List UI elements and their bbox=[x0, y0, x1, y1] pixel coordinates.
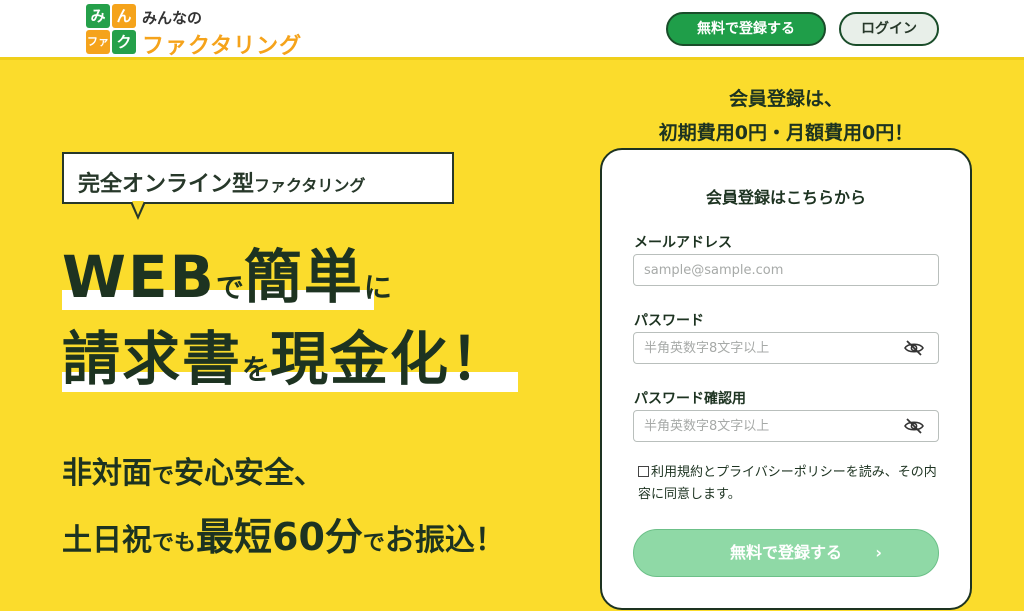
registration-form: 会員登録はこちらから メールアドレス パスワード パスワード確認用 利用規約とプ… bbox=[600, 148, 972, 610]
subheadline-1: 非対面で安心安全、 bbox=[62, 448, 324, 492]
subheadline-2: 土日祝でも最短60分でお振込！ bbox=[62, 506, 505, 561]
login-button[interactable]: ログイン bbox=[839, 12, 939, 46]
terms-text: 利用規約とプライバシーポリシーを読み、その内容に同意します。 bbox=[638, 465, 937, 502]
badge-tail-inner bbox=[132, 201, 144, 215]
cta-line-1: 会員登録は、 bbox=[728, 88, 843, 110]
site-header: み ん ファ ク みんなの ファクタリング 無料で登録する ログイン bbox=[0, 0, 1024, 60]
sub-emphasis: 最短60分 bbox=[196, 515, 363, 559]
badge-main: 完全オンライン型 bbox=[78, 172, 255, 197]
sub-text: 非対面 bbox=[62, 456, 152, 491]
logo-tile: み bbox=[86, 4, 110, 28]
register-button[interactable]: 無料で登録する bbox=[666, 12, 826, 46]
sub-particle: で bbox=[152, 464, 175, 489]
logo-tile: ん bbox=[112, 4, 136, 28]
email-input[interactable] bbox=[633, 254, 939, 286]
sub-text: お振込！ bbox=[384, 523, 505, 558]
cta-line-2: 初期費用0円・月額費用0円！ bbox=[658, 122, 914, 144]
logo-text-small: みんなの bbox=[142, 9, 203, 27]
badge-text: 完全オンライン型ファクタリング bbox=[78, 166, 365, 198]
sub-text: 安心安全、 bbox=[174, 456, 325, 491]
submit-register-button[interactable]: 無料で登録する › bbox=[633, 529, 939, 577]
hero-badge: 完全オンライン型ファクタリング bbox=[62, 152, 454, 204]
password-confirm-input[interactable] bbox=[633, 410, 939, 442]
email-label: メールアドレス bbox=[634, 235, 732, 251]
badge-sub: ファクタリング bbox=[254, 176, 366, 195]
sub-particle: でも bbox=[152, 531, 197, 556]
headline-cash: 現金化！ bbox=[270, 325, 511, 393]
eye-slash-icon[interactable] bbox=[904, 418, 924, 434]
headline-particle: に bbox=[363, 271, 392, 304]
password-confirm-label: パスワード確認用 bbox=[634, 391, 746, 407]
form-title: 会員登録はこちらから bbox=[705, 188, 866, 207]
terms-checkbox[interactable] bbox=[638, 466, 649, 477]
headline-particle: で bbox=[215, 271, 244, 304]
cta-heading: 会員登録は、 初期費用0円・月額費用0円！ bbox=[600, 82, 972, 150]
logo-tile: ク bbox=[112, 30, 136, 54]
logo[interactable]: み ん ファ ク みんなの ファクタリング bbox=[86, 4, 326, 59]
password-label: パスワード bbox=[634, 313, 704, 329]
terms-agreement[interactable]: 利用規約とプライバシーポリシーを読み、その内容に同意します。 bbox=[638, 462, 948, 506]
sub-particle: で bbox=[362, 531, 385, 556]
headline-particle: を bbox=[242, 353, 271, 386]
eye-slash-icon[interactable] bbox=[904, 340, 924, 356]
headline-invoice: 請求書 bbox=[62, 325, 243, 393]
password-input[interactable] bbox=[633, 332, 939, 364]
headline-easy: 簡単 bbox=[243, 243, 364, 311]
headline-web: WEB bbox=[62, 243, 216, 311]
headline-line-2: 請求書を現金化！ bbox=[62, 325, 518, 393]
logo-text-big: ファクタリング bbox=[142, 34, 303, 59]
submit-label: 無料で登録する bbox=[729, 543, 842, 562]
logo-tile: ファ bbox=[86, 30, 110, 54]
chevron-right-icon: › bbox=[875, 543, 882, 562]
headline-line-1: WEBで簡単に bbox=[62, 244, 392, 310]
sub-text: 土日祝 bbox=[62, 523, 152, 558]
